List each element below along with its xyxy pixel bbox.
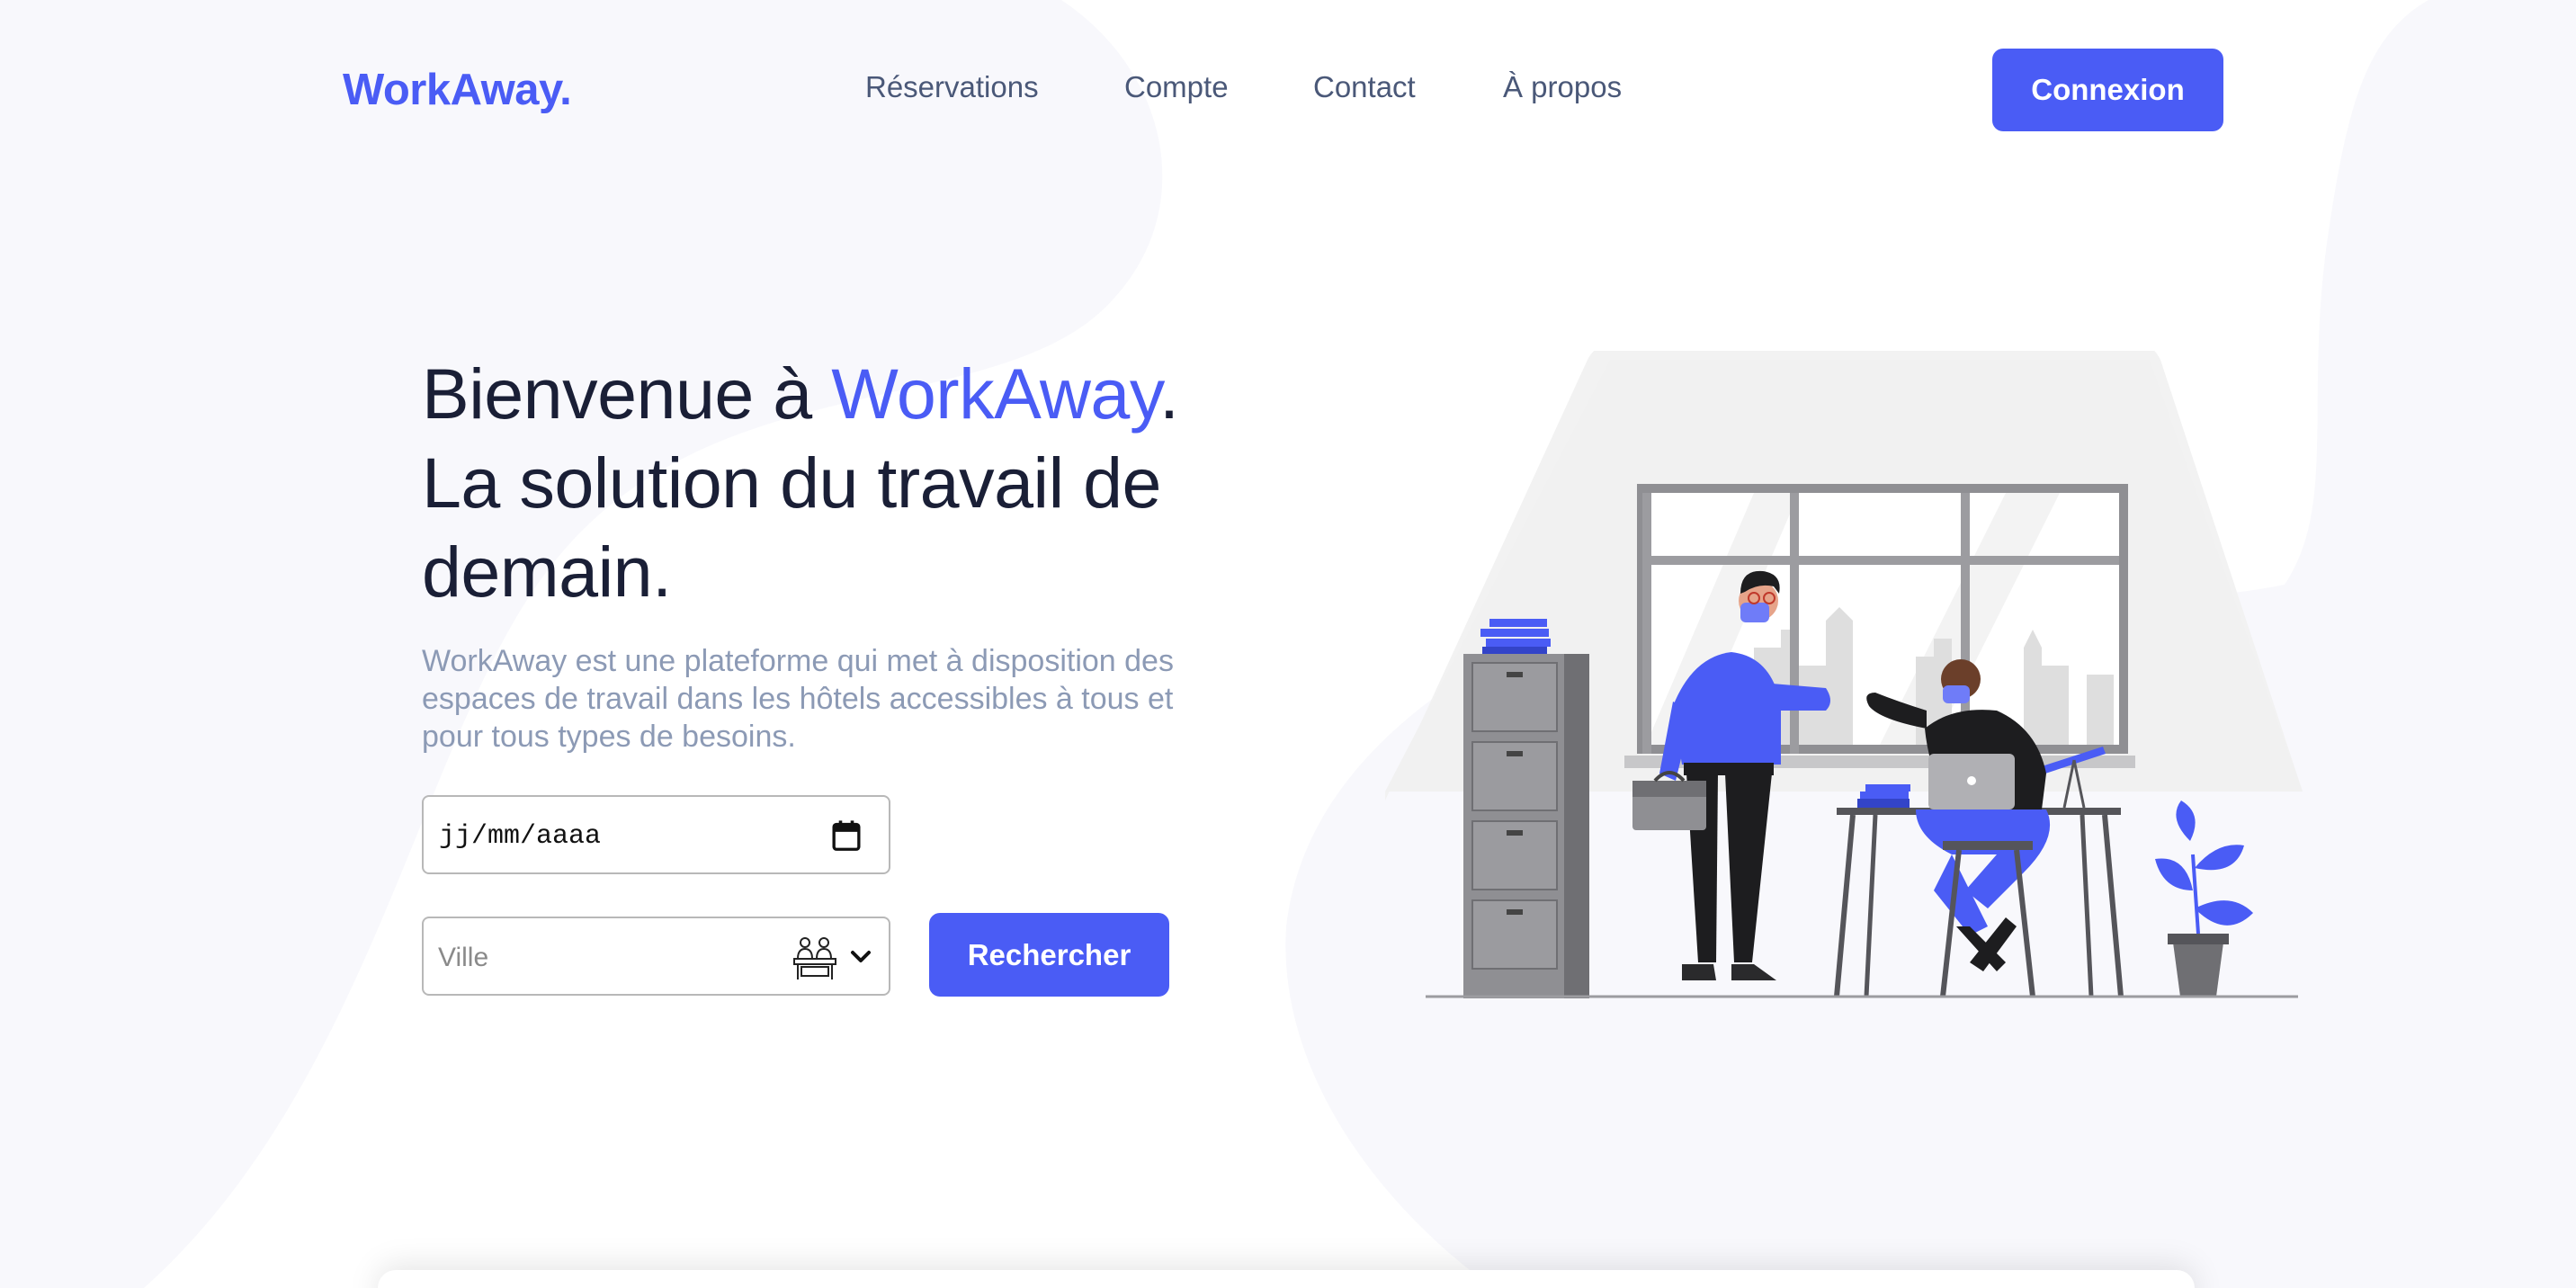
hero-title: Bienvenue à WorkAway. La solution du tra…	[422, 349, 1213, 616]
date-input-value: jj/mm/aaaa	[439, 821, 602, 852]
city-select-placeholder: Ville	[438, 943, 489, 972]
hero-description: WorkAway est une plateforme qui met à di…	[422, 644, 1174, 754]
nav-link-a-propos[interactable]: À propos	[1503, 70, 1622, 104]
chevron-down-icon[interactable]	[850, 949, 872, 965]
city-select[interactable]: Ville	[422, 917, 890, 996]
nav-link-contact[interactable]: Contact	[1313, 70, 1416, 104]
hero-title-start: Bienvenue à	[422, 353, 832, 434]
coworking-desk-icon	[793, 937, 836, 979]
hero-title-accent: WorkAway	[831, 353, 1159, 434]
date-input[interactable]: jj/mm/aaaa	[422, 795, 890, 874]
logo[interactable]: WorkAway.	[343, 65, 572, 115]
office-illustration	[1385, 351, 2303, 998]
search-button[interactable]: Rechercher	[929, 913, 1169, 997]
calendar-icon[interactable]	[831, 819, 862, 852]
nav-link-reservations[interactable]: Réservations	[865, 70, 1039, 104]
login-button[interactable]: Connexion	[1992, 49, 2223, 131]
next-section-card	[378, 1270, 2195, 1288]
filing-cabinet	[1463, 619, 1589, 998]
nav-link-compte[interactable]: Compte	[1124, 70, 1229, 104]
potted-plant	[2155, 801, 2253, 997]
